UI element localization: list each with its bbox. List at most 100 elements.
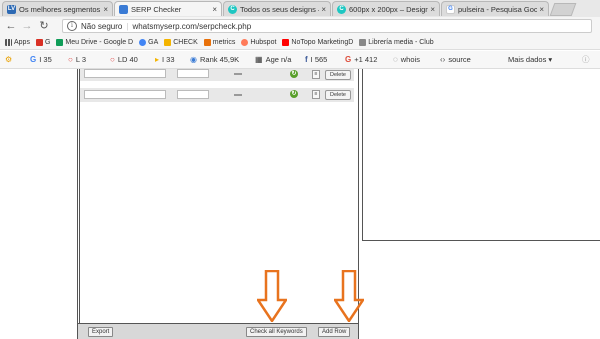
seo-toolbar: ⚙ GI 35 ○ L 3 ○ LD 40 ▸ I 33 ◉ Rank 45,9K ▦ A… xyxy=(0,51,600,69)
google-icon: G xyxy=(446,4,455,14)
bookmark-metrics[interactable]: metrics xyxy=(203,38,236,46)
check-all-keywords-button[interactable]: Check all Keywords xyxy=(246,327,307,337)
seo-age[interactable]: ▦ Age n/a xyxy=(255,51,291,69)
result-placeholder xyxy=(234,73,242,75)
seo-value: I 35 xyxy=(39,55,52,64)
seo-googleplus[interactable]: G +1 412 xyxy=(345,51,377,69)
tab-strip: LV Os melhores segmentos × SERP Checker … xyxy=(0,0,600,17)
result-placeholder xyxy=(234,94,242,96)
metrics-icon xyxy=(203,38,211,46)
bookmark-ga[interactable]: GA xyxy=(139,38,159,46)
seo-value: I 33 xyxy=(162,55,175,64)
tab-1[interactable]: SERP Checker × xyxy=(114,1,222,16)
bookmark-label: GA xyxy=(148,38,159,46)
tab-2[interactable]: C Todos os seus designs – × xyxy=(223,1,331,16)
keyword-input[interactable] xyxy=(84,90,166,99)
bookmark-label: Librería media - Club xyxy=(368,38,434,46)
tab-4[interactable]: G pulseira - Pesquisa Goog × xyxy=(441,1,549,16)
tab-title: pulseira - Pesquisa Goog xyxy=(458,4,538,14)
canva-icon: C xyxy=(228,4,237,14)
play-icon: ▸ xyxy=(155,55,160,64)
bookmark-drive[interactable]: Meu Drive - Google D xyxy=(56,38,134,46)
calendar-icon: ▦ xyxy=(255,55,263,64)
new-tab-button[interactable] xyxy=(549,3,577,16)
bookmark-gmail[interactable]: G xyxy=(35,38,51,46)
tab-title: 600px x 200px – Design xyxy=(349,4,429,14)
navigation-bar: ← → ↻ i Não seguro | whatsmyserp.com/ser… xyxy=(0,17,600,35)
bookmark-label: Hubspot xyxy=(250,38,277,46)
tab-title: Os melhores segmentos xyxy=(19,4,101,14)
panel-divider xyxy=(79,69,80,323)
gear-icon: ⚙ xyxy=(5,55,13,64)
seo-value: LD 40 xyxy=(117,55,138,64)
back-arrow-icon[interactable]: ← xyxy=(4,17,18,35)
seo-value: Rank 45,9K xyxy=(199,55,240,64)
tab-0[interactable]: LV Os melhores segmentos × xyxy=(2,1,113,16)
seo-bing-index[interactable]: ▸ I 33 xyxy=(155,51,175,69)
separator: | xyxy=(126,21,129,31)
seo-value: L 3 xyxy=(75,55,86,64)
bookmark-check[interactable]: CHECK xyxy=(164,38,198,46)
seo-whois[interactable]: ◌ whois xyxy=(393,51,420,69)
bookmark-apps[interactable]: Apps xyxy=(5,38,30,46)
bookmark-label: Apps xyxy=(14,38,30,46)
serp-checker-icon xyxy=(119,4,128,14)
close-icon[interactable]: × xyxy=(103,5,108,14)
export-button[interactable]: Export xyxy=(88,327,114,337)
whois-icon: ◌ xyxy=(393,55,398,64)
address-bar[interactable]: i Não seguro | whatsmyserp.com/serpcheck… xyxy=(62,19,592,33)
google-search-icon[interactable]: ↻ xyxy=(290,70,298,78)
seo-linking-domains[interactable]: ○ LD 40 xyxy=(110,51,138,69)
position-input[interactable] xyxy=(177,69,209,78)
tab-title: SERP Checker xyxy=(131,4,182,14)
keyword-row: ↻ ≡ Delete xyxy=(80,69,354,81)
bookmark-label: CHECK xyxy=(173,38,198,46)
drive-icon xyxy=(164,38,172,46)
seo-value: Age n/a xyxy=(265,55,292,64)
page-icon xyxy=(359,38,367,46)
bookmark-libreria[interactable]: Librería media - Club xyxy=(359,38,434,46)
seo-settings[interactable]: ⚙ xyxy=(5,51,15,69)
annotation-arrow-icon xyxy=(334,270,364,322)
bookmark-notopo[interactable]: NoTopo MarketingD xyxy=(282,38,353,46)
bookmark-hubspot[interactable]: Hubspot xyxy=(241,38,277,46)
close-icon[interactable]: × xyxy=(321,5,326,14)
details-icon[interactable]: ≡ xyxy=(312,70,320,79)
info-icon[interactable]: ⓘ xyxy=(582,51,590,69)
close-icon[interactable]: × xyxy=(539,5,544,14)
tab-3[interactable]: C 600px x 200px – Design × xyxy=(332,1,440,16)
google-icon xyxy=(139,38,147,46)
bookmark-label: G xyxy=(44,38,51,46)
keyword-input[interactable] xyxy=(84,69,166,78)
gmail-icon xyxy=(35,38,43,46)
seo-links[interactable]: ○ L 3 xyxy=(68,51,86,69)
close-icon[interactable]: × xyxy=(212,5,217,14)
bookmark-label: metrics xyxy=(212,38,236,46)
delete-button[interactable]: Delete xyxy=(325,70,351,80)
position-input[interactable] xyxy=(177,90,209,99)
seo-more-data-dropdown[interactable]: Mais dados ▾ xyxy=(508,51,552,69)
bottom-toolbar: Export Check all Keywords Add Row xyxy=(78,323,358,339)
add-row-button[interactable]: Add Row xyxy=(318,327,351,337)
reload-icon[interactable]: ↻ xyxy=(37,17,51,35)
close-icon[interactable]: × xyxy=(430,5,435,14)
circle-icon: ○ xyxy=(68,55,73,64)
forward-arrow-icon[interactable]: → xyxy=(20,17,34,35)
bookmark-label: Meu Drive - Google D xyxy=(65,38,134,46)
drive-icon xyxy=(56,38,64,46)
seo-source[interactable]: ‹› source xyxy=(440,51,471,69)
tab-title: Todos os seus designs – xyxy=(240,4,320,14)
info-icon[interactable]: i xyxy=(67,21,77,31)
seo-value: I 565 xyxy=(310,55,328,64)
seo-value: source xyxy=(448,55,471,64)
seo-value: Mais dados ▾ xyxy=(508,55,553,64)
seo-google-index[interactable]: GI 35 xyxy=(30,51,52,69)
bookmarks-bar: Apps G Meu Drive - Google D GA CHECK met… xyxy=(0,35,600,50)
seo-facebook[interactable]: fI 565 xyxy=(305,51,327,69)
details-icon[interactable]: ≡ xyxy=(312,90,320,99)
hubspot-icon xyxy=(241,38,249,46)
delete-button[interactable]: Delete xyxy=(325,90,351,100)
seo-rank[interactable]: ◉ Rank 45,9K xyxy=(190,51,239,69)
circle-icon: ○ xyxy=(110,55,115,64)
google-search-icon[interactable]: ↻ xyxy=(290,90,298,98)
